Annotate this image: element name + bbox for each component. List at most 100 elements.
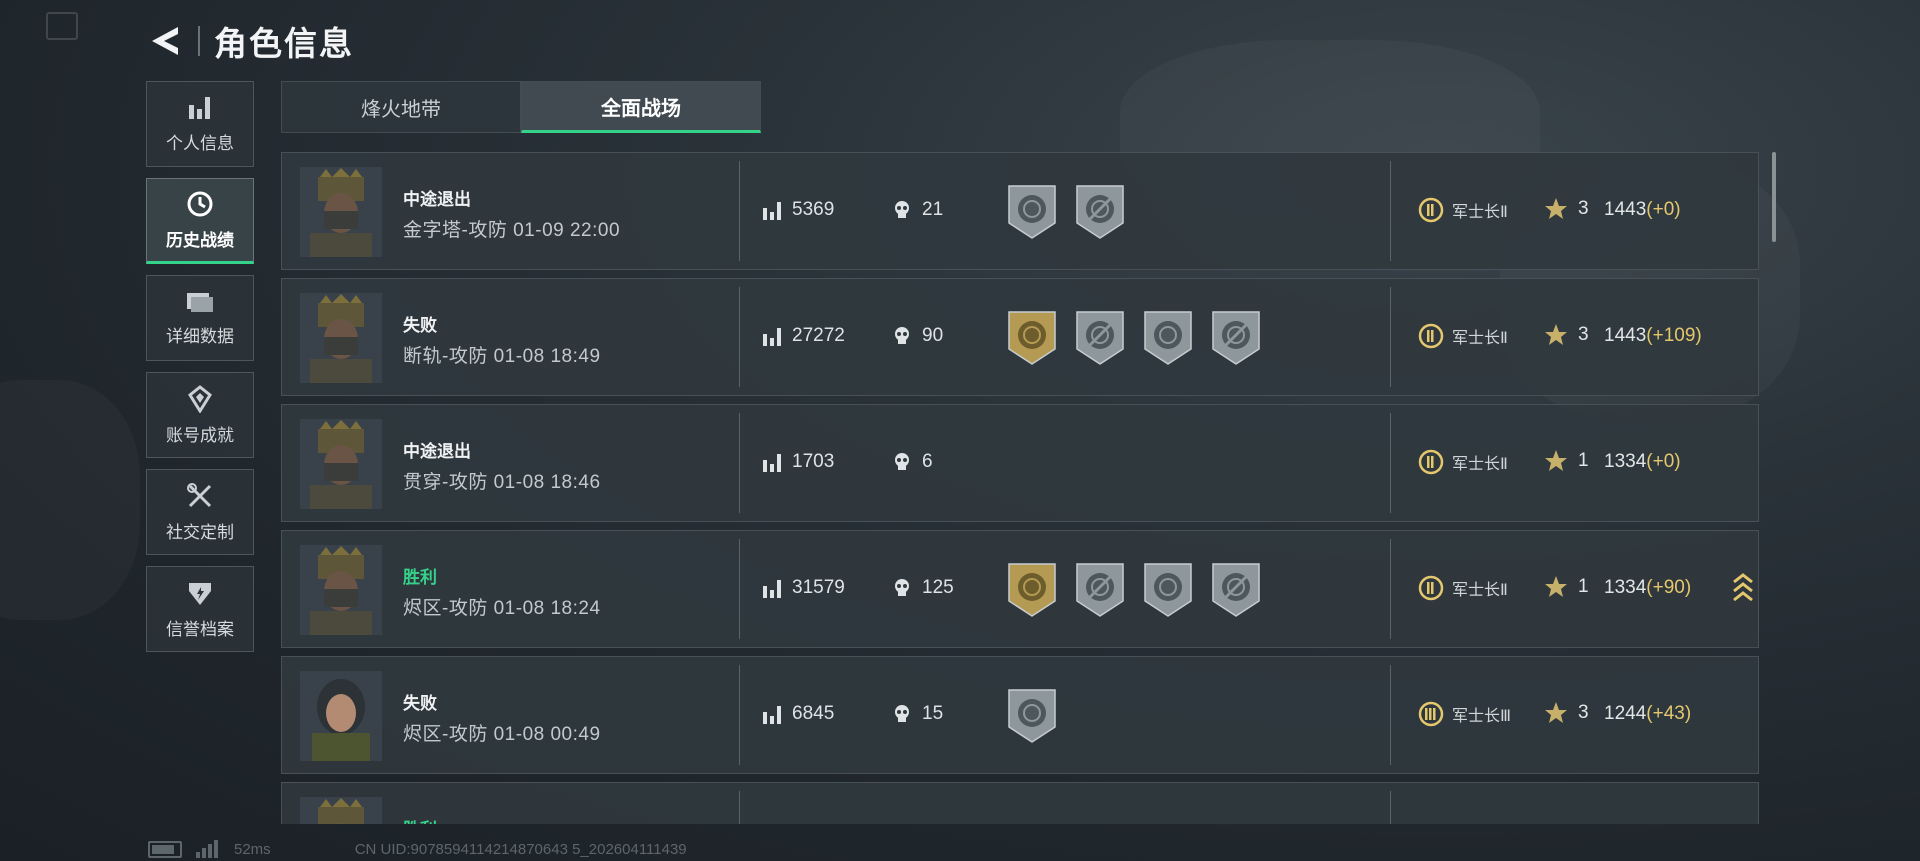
status-footer: 52ms CN UID:9078594114214870643 5_202604… [148, 840, 687, 858]
row-divider [739, 665, 740, 765]
row-divider [739, 791, 740, 824]
match-map-time: 烬区-攻防 01-08 00:49 [403, 724, 601, 745]
medal-icon[interactable] [1210, 561, 1262, 619]
tab-full-battlefield[interactable]: 全面战场 [521, 81, 761, 133]
sidebar-item-label: 历史战绩 [166, 230, 234, 250]
tools-icon [187, 482, 212, 507]
rank-label: 军士长Ⅱ [1452, 204, 1508, 221]
match-row[interactable]: 失败 断轨-攻防 01-08 18:49 27272 90 军士长Ⅱ 3 1443(+109… [281, 278, 1759, 396]
page-title: 角色信息 [214, 25, 354, 62]
score-value: 1703 [792, 451, 835, 472]
sidebar-item-label: 账号成就 [166, 425, 234, 445]
medal-icon[interactable] [1142, 309, 1194, 367]
rank-info: 军士长Ⅱ [1418, 323, 1508, 349]
sidebar-item-match-history[interactable]: 历史战绩 [146, 178, 254, 264]
points-delta: (+0) [1646, 199, 1681, 220]
score-icon [763, 454, 781, 472]
match-history-list[interactable]: 中途退出 金字塔-攻防 01-09 22:00 5369 21 军士长Ⅱ 3 1443(+0… [281, 152, 1759, 824]
medal-list [1006, 183, 1126, 241]
medal-icon[interactable] [1074, 183, 1126, 241]
match-map-time: 烬区-攻防 01-08 18:24 [403, 598, 601, 619]
medal-icon[interactable] [1006, 183, 1058, 241]
back-button[interactable] [146, 22, 184, 60]
sidebar-item-label: 个人信息 [166, 133, 234, 153]
star-icon [1545, 198, 1567, 219]
rank-info: 军士长Ⅱ [1418, 197, 1508, 223]
kills-value: 125 [922, 577, 954, 598]
tab-hazard-zone[interactable]: 烽火地带 [281, 81, 521, 133]
match-score: 27272 [762, 325, 845, 347]
medal-icon[interactable] [1074, 309, 1126, 367]
mode-tabs: 烽火地带 全面战场 [281, 81, 761, 133]
rank-points: 1334(+90) [1604, 577, 1691, 599]
uid-text: CN UID:9078594114214870643 5_20260411143… [354, 840, 687, 858]
avatar [300, 797, 382, 824]
sidebar-item-detailed-data[interactable]: 详细数据 [146, 275, 254, 361]
rank-badge-icon [1418, 575, 1444, 601]
rank-stars: 1 [1544, 449, 1589, 473]
page-header: 角色信息 [146, 18, 354, 64]
star-icon [1545, 450, 1567, 471]
score-value: 27272 [792, 325, 845, 346]
medal-list [1006, 561, 1262, 619]
match-row[interactable]: 中途退出 贯穿-攻防 01-08 18:46 1703 6 军士长Ⅱ 1 1334(+0) [281, 404, 1759, 522]
medal-icon[interactable] [1074, 561, 1126, 619]
rank-stars: 3 [1544, 323, 1589, 347]
row-divider [1390, 791, 1391, 824]
stars-value: 3 [1578, 324, 1589, 345]
rank-points: 1334(+0) [1604, 451, 1681, 473]
rank-badge-icon [1418, 197, 1444, 223]
sidebar-item-personal-info[interactable]: 个人信息 [146, 81, 254, 167]
row-divider [1390, 161, 1391, 261]
match-kills: 21 [892, 199, 943, 221]
rank-info: 军士长Ⅱ [1418, 575, 1508, 601]
score-value: 6845 [792, 703, 835, 724]
match-map-time: 金字塔-攻防 01-09 22:00 [403, 220, 621, 241]
rank-label: 军士长Ⅱ [1452, 330, 1508, 347]
star-icon [1545, 324, 1567, 345]
score-value: 31579 [792, 577, 845, 598]
row-divider [1390, 665, 1391, 765]
stars-value: 3 [1578, 702, 1589, 723]
rank-label: 军士长Ⅱ [1452, 582, 1508, 599]
gold-medal-icon[interactable] [1006, 309, 1058, 367]
window-icon [46, 12, 78, 40]
sidebar-item-achievements[interactable]: 账号成就 [146, 372, 254, 458]
rank-badge-icon [1418, 323, 1444, 349]
points-value: 1443 [1604, 199, 1647, 220]
rank-stars: 1 [1544, 575, 1589, 599]
skull-icon [895, 327, 909, 344]
rank-badge-icon [1418, 701, 1444, 727]
row-divider [739, 539, 740, 639]
match-row[interactable]: 胜利 烬区-攻防 01-08 18:24 31579 125 军士长Ⅱ 1 1334(+90… [281, 530, 1759, 648]
medal-icon[interactable] [1210, 309, 1262, 367]
match-row[interactable]: 中途退出 金字塔-攻防 01-09 22:00 5369 21 军士长Ⅱ 3 1443(+0… [281, 152, 1759, 270]
medal-icon[interactable] [1006, 687, 1058, 745]
sidebar-item-social-custom[interactable]: 社交定制 [146, 469, 254, 555]
kills-value: 6 [922, 451, 933, 472]
points-delta: (+43) [1646, 703, 1692, 724]
avatar [300, 545, 382, 635]
gold-medal-icon[interactable] [1006, 561, 1058, 619]
match-kills: 90 [892, 325, 943, 347]
bar-chart-icon [189, 96, 210, 119]
match-result: 失败 [403, 316, 437, 335]
rank-info: 军士长Ⅱ [1418, 449, 1508, 475]
row-divider [1390, 413, 1391, 513]
stars-value: 3 [1578, 198, 1589, 219]
sidebar-item-credit-file[interactable]: 信誉档案 [146, 566, 254, 652]
match-score: 6845 [762, 703, 834, 725]
match-score: 1703 [762, 451, 834, 473]
match-result: 失败 [403, 694, 437, 713]
rank-stars: 3 [1544, 197, 1589, 221]
rank-label: 军士长Ⅲ [1452, 708, 1512, 725]
avatar [300, 167, 382, 257]
match-row[interactable]: 胜利 [281, 782, 1759, 824]
medal-icon[interactable] [1142, 561, 1194, 619]
signal-icon [196, 840, 220, 858]
match-map-time: 贯穿-攻防 01-08 18:46 [403, 472, 601, 493]
scrollbar[interactable] [1772, 152, 1776, 242]
kills-value: 21 [922, 199, 944, 220]
match-row[interactable]: 失败 烬区-攻防 01-08 00:49 6845 15 军士长Ⅲ 3 1244(+43) [281, 656, 1759, 774]
score-icon [763, 580, 781, 598]
